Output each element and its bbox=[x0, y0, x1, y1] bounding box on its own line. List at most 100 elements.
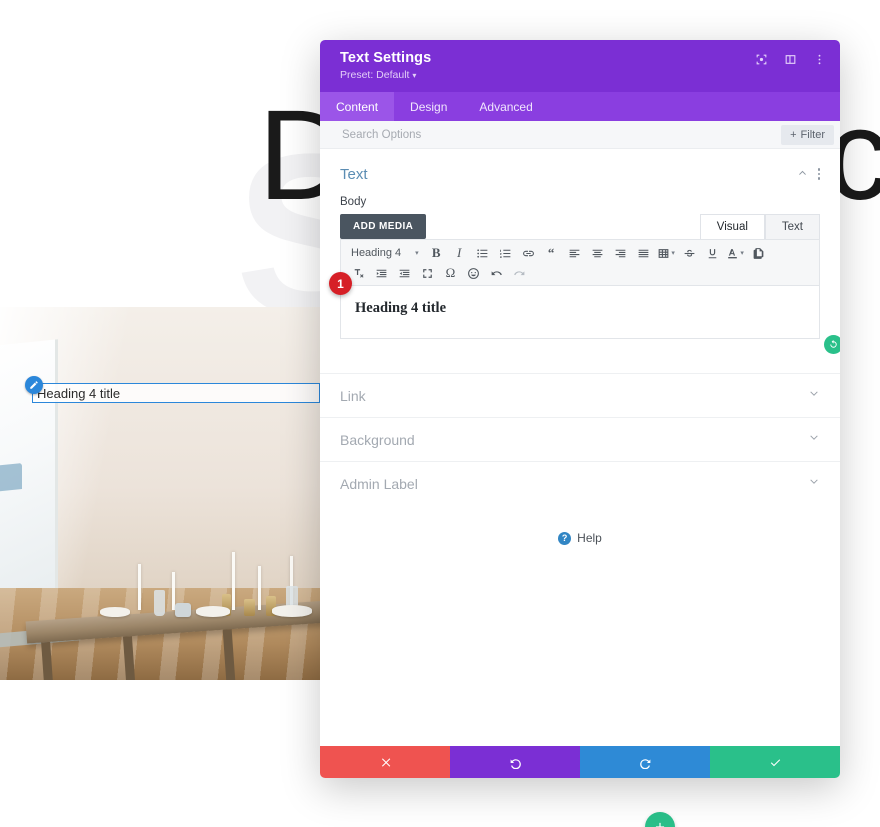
align-center-icon[interactable] bbox=[586, 243, 609, 263]
tab-visual[interactable]: Visual bbox=[699, 214, 765, 239]
preset-selector[interactable]: Preset: Default ▾ bbox=[340, 69, 824, 81]
check-icon bbox=[770, 758, 780, 766]
fullscreen-icon[interactable] bbox=[416, 263, 439, 283]
candle bbox=[138, 564, 141, 610]
section-actions bbox=[797, 165, 820, 183]
help-link[interactable]: ? Help bbox=[320, 531, 840, 545]
redo-button[interactable] bbox=[580, 746, 710, 778]
filter-button-label: Filter bbox=[800, 128, 825, 141]
align-left-icon[interactable] bbox=[563, 243, 586, 263]
candlestick bbox=[244, 599, 255, 616]
toggle-background[interactable]: Background bbox=[320, 417, 840, 461]
selected-text-module[interactable]: Heading 4 title bbox=[32, 383, 320, 403]
pencil-icon[interactable] bbox=[25, 376, 43, 394]
question-icon: ? bbox=[558, 531, 572, 545]
chevron-down-icon bbox=[808, 431, 820, 449]
chevron-down-icon: ▾ bbox=[412, 71, 417, 80]
filter-button[interactable]: + Filter bbox=[781, 124, 834, 145]
layout-panel-icon[interactable] bbox=[784, 53, 797, 66]
toggle-admin-label-label: Admin Label bbox=[340, 475, 418, 492]
tab-text[interactable]: Text bbox=[764, 214, 820, 239]
align-right-icon[interactable] bbox=[609, 243, 632, 263]
modal-tab-bar: Content Design Advanced bbox=[320, 92, 840, 121]
toggle-background-label: Background bbox=[340, 431, 415, 448]
bold-icon[interactable]: B bbox=[425, 243, 448, 263]
text-section-header: Text bbox=[320, 149, 840, 191]
text-color-icon[interactable]: ▾ bbox=[724, 243, 747, 263]
help-label: Help bbox=[577, 531, 602, 545]
redo-icon bbox=[639, 758, 650, 769]
save-button[interactable] bbox=[710, 746, 840, 778]
format-select-value: Heading 4 bbox=[351, 247, 402, 259]
cancel-button[interactable] bbox=[320, 746, 450, 778]
add-media-button[interactable]: ADD MEDIA bbox=[340, 214, 427, 239]
undo-button[interactable] bbox=[450, 746, 580, 778]
kebab-menu-icon[interactable] bbox=[817, 168, 820, 180]
candle bbox=[232, 552, 235, 610]
bulleted-list-icon[interactable] bbox=[471, 243, 494, 263]
text-settings-modal: Text Settings Preset: Default ▾ Content … bbox=[320, 40, 840, 778]
emoji-icon[interactable] bbox=[462, 263, 485, 283]
modal-header: Text Settings Preset: Default ▾ bbox=[320, 40, 840, 92]
editor-heading-text: Heading 4 title bbox=[355, 300, 447, 316]
plate bbox=[196, 606, 230, 617]
tinymce-editor: Heading 4 ▾ B I “ ▾ ▾ Ω 1 Heading 4 titl… bbox=[329, 239, 840, 354]
outdent-icon[interactable] bbox=[370, 263, 393, 283]
toggle-link-label: Link bbox=[340, 387, 366, 404]
link-icon[interactable] bbox=[517, 243, 540, 263]
page-title: Text Settings bbox=[340, 50, 432, 66]
candle bbox=[258, 566, 261, 610]
toggle-admin-label[interactable]: Admin Label bbox=[320, 461, 840, 505]
blockquote-icon[interactable]: “ bbox=[540, 243, 563, 263]
undo-icon bbox=[510, 758, 521, 769]
plate bbox=[100, 607, 130, 617]
redo-icon[interactable] bbox=[508, 263, 531, 283]
chevron-down-icon bbox=[808, 475, 820, 493]
align-justify-icon[interactable] bbox=[632, 243, 655, 263]
plus-icon: + bbox=[790, 128, 797, 141]
tab-design[interactable]: Design bbox=[394, 92, 463, 121]
header-icon-group bbox=[755, 53, 826, 66]
vase bbox=[175, 603, 191, 617]
paste-as-text-icon[interactable] bbox=[747, 243, 770, 263]
numbered-list-icon[interactable] bbox=[494, 243, 517, 263]
toolbar-row-2: Ω bbox=[345, 263, 815, 283]
preset-label: Preset: Default bbox=[340, 69, 410, 81]
chevron-down-icon bbox=[808, 387, 820, 405]
table-icon[interactable]: ▾ bbox=[655, 243, 678, 263]
editor-top-row: ADD MEDIA Visual Text bbox=[340, 214, 820, 239]
chevron-up-icon[interactable] bbox=[797, 165, 808, 183]
strikethrough-icon[interactable] bbox=[678, 243, 701, 263]
editor-toolbar: Heading 4 ▾ B I “ ▾ ▾ Ω bbox=[341, 240, 819, 286]
step-badge: 1 bbox=[329, 272, 352, 295]
tab-advanced[interactable]: Advanced bbox=[463, 92, 548, 121]
editor-mode-tabs: Visual Text bbox=[699, 214, 820, 239]
editor-content-area[interactable]: 1 Heading 4 title bbox=[329, 272, 840, 354]
special-character-icon[interactable]: Ω bbox=[439, 263, 462, 283]
image-module-photo bbox=[0, 307, 322, 680]
format-select[interactable]: Heading 4 ▾ bbox=[345, 247, 425, 259]
kebab-menu-icon[interactable] bbox=[813, 53, 826, 66]
add-module-button[interactable] bbox=[645, 812, 675, 827]
italic-icon[interactable]: I bbox=[448, 243, 471, 263]
search-input[interactable] bbox=[340, 127, 782, 142]
body-editor: ADD MEDIA Visual Text Heading 4 ▾ B I “ … bbox=[320, 214, 840, 354]
reset-icon[interactable] bbox=[824, 335, 840, 354]
module-heading-text: Heading 4 title bbox=[37, 385, 121, 401]
tab-content[interactable]: Content bbox=[320, 92, 395, 121]
modal-body: Text Body ADD MEDIA Visual Text Heading … bbox=[320, 149, 840, 746]
indent-icon[interactable] bbox=[393, 263, 416, 283]
chevron-down-icon: ▾ bbox=[415, 250, 419, 257]
search-options-bar: + Filter bbox=[320, 121, 840, 149]
close-icon bbox=[381, 757, 390, 767]
undo-icon[interactable] bbox=[485, 263, 508, 283]
plus-icon bbox=[655, 822, 665, 827]
glassware bbox=[154, 590, 165, 616]
toolbar-row-1: Heading 4 ▾ B I “ ▾ ▾ bbox=[345, 243, 815, 263]
plate bbox=[272, 605, 312, 617]
toggle-link[interactable]: Link bbox=[320, 373, 840, 417]
underline-icon[interactable] bbox=[701, 243, 724, 263]
body-field-label: Body bbox=[340, 196, 367, 208]
section-title: Text bbox=[340, 165, 368, 183]
focus-icon[interactable] bbox=[755, 53, 768, 66]
